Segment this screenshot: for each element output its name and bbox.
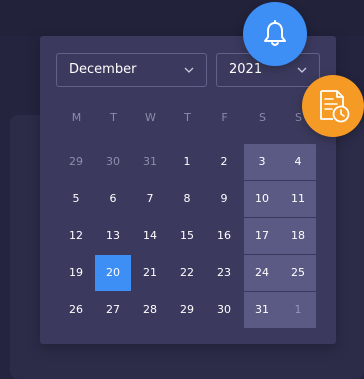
day-cell[interactable]: 13 [95, 218, 131, 254]
day-cell[interactable]: 1 [280, 292, 316, 328]
day-cell[interactable]: 29 [58, 144, 94, 180]
day-cell[interactable]: 7 [132, 181, 168, 217]
weekday-label: T [184, 111, 191, 124]
chevron-down-icon [297, 67, 307, 73]
weekday-label: F [221, 111, 228, 124]
top-band [0, 0, 364, 36]
day-cell[interactable]: 31 [244, 292, 280, 328]
chevron-down-icon [184, 67, 194, 73]
day-cell[interactable]: 10 [244, 181, 280, 217]
day-cell[interactable]: 22 [169, 255, 205, 291]
day-cell[interactable]: 11 [280, 181, 316, 217]
weekday-label: M [71, 111, 82, 124]
day-cell[interactable]: 25 [280, 255, 316, 291]
weekday-label: T [110, 111, 117, 124]
bell-icon [264, 20, 286, 46]
day-cell[interactable]: 5 [58, 181, 94, 217]
day-cell[interactable]: 18 [280, 218, 316, 254]
day-cell[interactable]: 6 [95, 181, 131, 217]
day-cell[interactable]: 8 [169, 181, 205, 217]
day-cell[interactable]: 29 [169, 292, 205, 328]
day-cell[interactable]: 9 [206, 181, 242, 217]
day-cell[interactable]: 27 [95, 292, 131, 328]
weekday-label: S [259, 111, 266, 124]
calendar-card: December 2021 MTWTFSS 29 30 31 1 2 3 4 5 6 7 8 9 10 1… [40, 36, 336, 344]
day-cell-selected[interactable]: 20 [95, 255, 131, 291]
day-cell[interactable]: 3 [244, 144, 280, 180]
notification-button[interactable] [243, 2, 307, 66]
report-clock-icon [320, 90, 350, 123]
day-cell[interactable]: 26 [58, 292, 94, 328]
day-cell[interactable]: 31 [132, 144, 168, 180]
day-cell[interactable]: 4 [280, 144, 316, 180]
day-cell[interactable]: 21 [132, 255, 168, 291]
day-cell[interactable]: 19 [58, 255, 94, 291]
day-cell[interactable]: 30 [206, 292, 242, 328]
day-cell[interactable]: 14 [132, 218, 168, 254]
day-cell[interactable]: 24 [244, 255, 280, 291]
report-button[interactable] [302, 75, 364, 137]
month-select[interactable]: December [56, 53, 207, 87]
weekday-label: W [145, 111, 156, 124]
day-cell[interactable]: 16 [206, 218, 242, 254]
day-cell[interactable]: 28 [132, 292, 168, 328]
day-cell[interactable]: 15 [169, 218, 205, 254]
day-cell[interactable]: 2 [206, 144, 242, 180]
day-cell[interactable]: 12 [58, 218, 94, 254]
month-select-value: December [69, 62, 137, 77]
day-cell[interactable]: 17 [244, 218, 280, 254]
day-cell[interactable]: 23 [206, 255, 242, 291]
day-cell[interactable]: 30 [95, 144, 131, 180]
day-cell[interactable]: 1 [169, 144, 205, 180]
year-select-value: 2021 [229, 62, 263, 77]
